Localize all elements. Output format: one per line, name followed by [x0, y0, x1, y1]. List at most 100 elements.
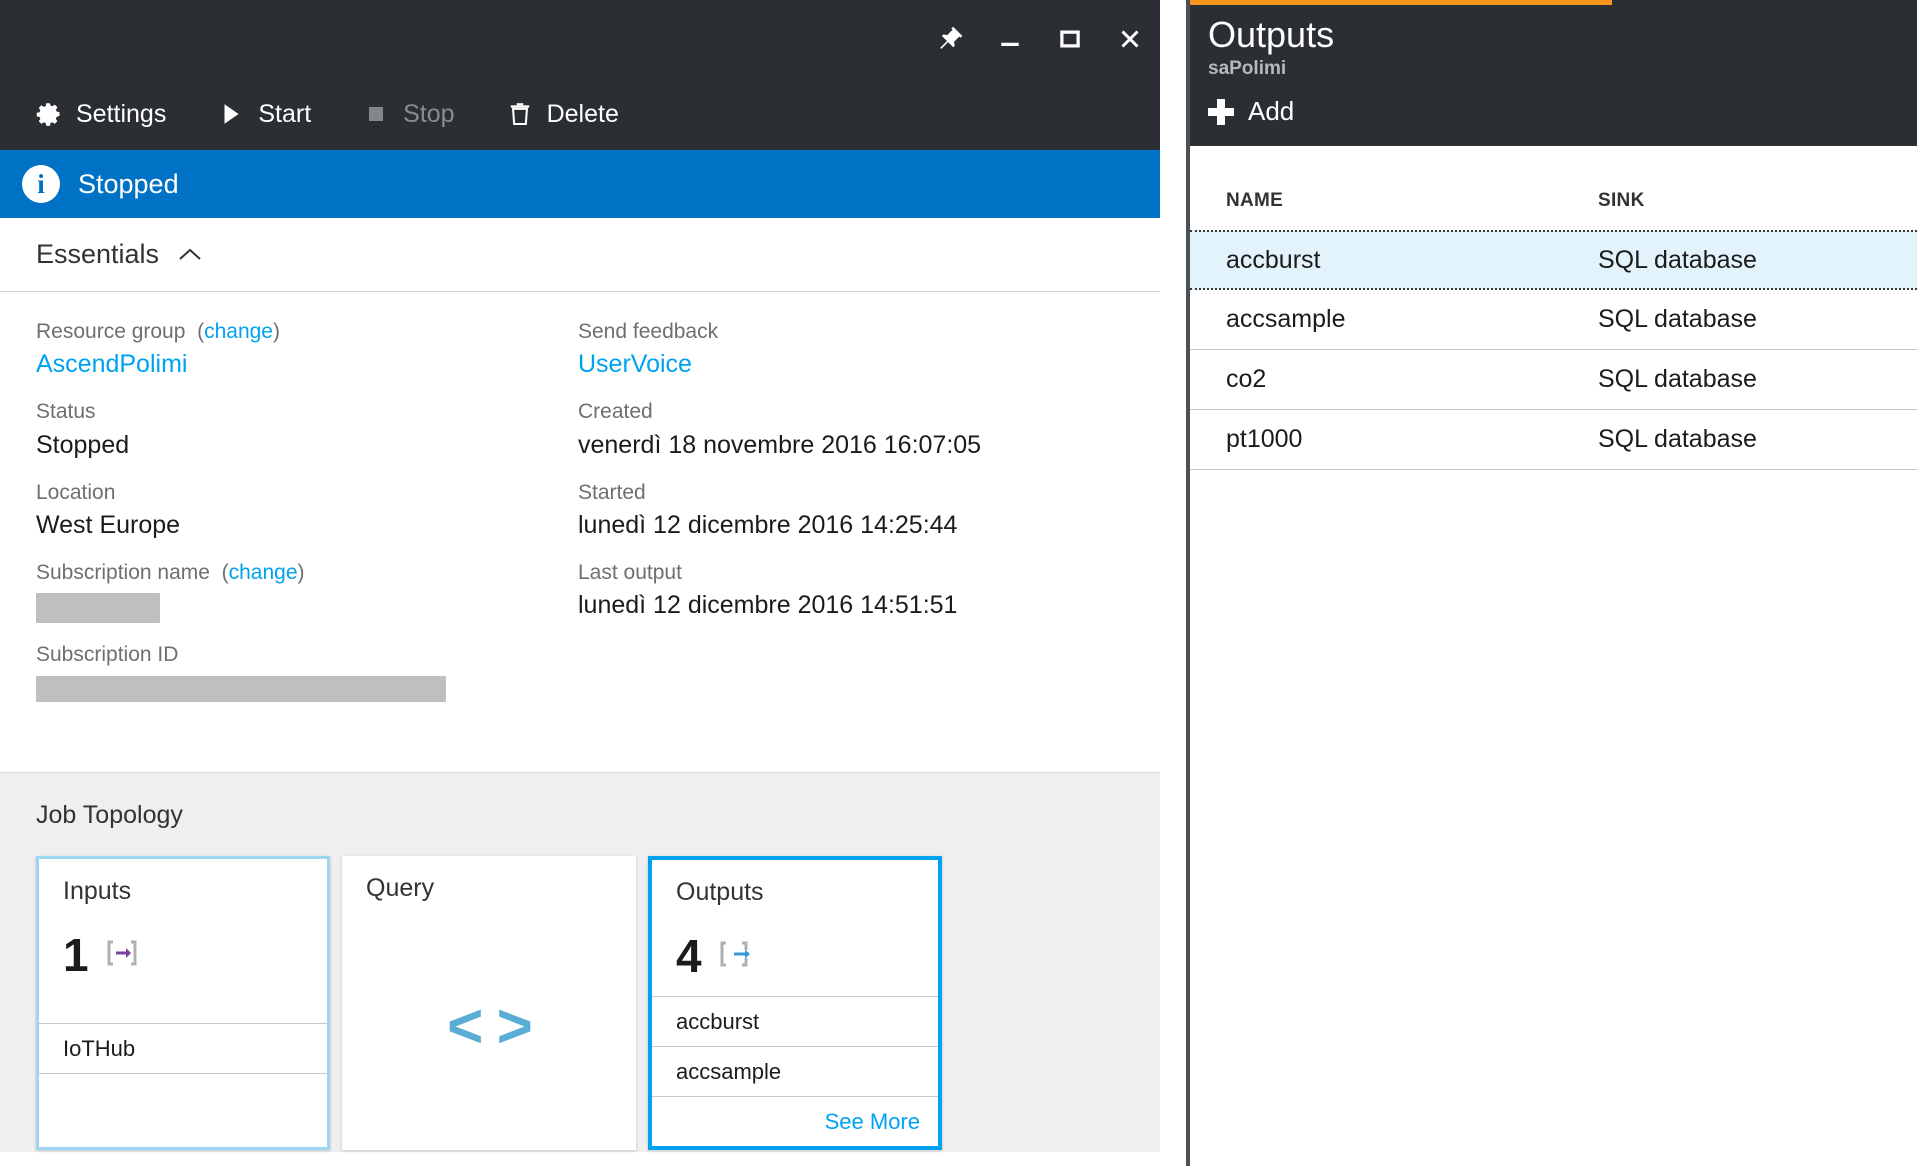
output-name: accburst	[1226, 245, 1321, 274]
page-title: Outputs	[1208, 14, 1335, 55]
subscription-name-label-text: Subscription name	[36, 561, 210, 585]
essentials-header[interactable]: Essentials	[0, 218, 1160, 292]
column-header-sink: SINK	[1598, 190, 1645, 211]
code-brackets-icon: < >	[447, 992, 533, 1061]
window-controls	[920, 0, 1160, 78]
settings-button[interactable]: Settings	[28, 86, 188, 142]
outputs-tile[interactable]: Outputs 4 accburst accsample See More	[648, 856, 942, 1150]
output-sink: SQL database	[1598, 425, 1757, 453]
outputs-tile-header: Outputs	[676, 878, 764, 906]
output-sink: SQL database	[1598, 365, 1757, 393]
outputs-table: NAME SINK accburst SQL database accsampl…	[1190, 146, 1917, 470]
minimize-icon[interactable]	[980, 9, 1040, 69]
list-item[interactable]: IoTHub	[39, 1023, 327, 1073]
blade-accent-bar	[1190, 0, 1612, 5]
add-output-button[interactable]: Add	[1208, 92, 1306, 131]
add-label: Add	[1248, 96, 1295, 126]
trash-icon	[505, 99, 535, 129]
table-row[interactable]: accburst SQL database	[1190, 230, 1917, 290]
resource-group-label: Resource group (change)	[36, 320, 280, 343]
location-label: Location	[36, 480, 116, 504]
list-item[interactable]: accsample	[652, 1046, 938, 1096]
essentials-body: Resource group (change) AscendPolimi Sta…	[0, 292, 1160, 772]
subscription-name-label: Subscription name (change)	[36, 561, 305, 585]
input-arrow-icon	[105, 938, 139, 973]
outputs-tile-rows: accburst accsample See More	[652, 996, 938, 1146]
table-row[interactable]: pt1000 SQL database	[1190, 410, 1917, 470]
blade-toolbar: Settings Start Stop Delete	[0, 78, 1160, 150]
send-feedback-label: Send feedback	[578, 320, 719, 343]
list-item[interactable]: accburst	[652, 996, 938, 1046]
started-value: lunedì 12 dicembre 2016 14:25:44	[578, 511, 958, 540]
resource-group-value[interactable]: AscendPolimi	[36, 348, 566, 380]
topology-tiles: Inputs 1 IoTHub Query < > Outputs 4 accb…	[36, 856, 1160, 1150]
inputs-tile[interactable]: Inputs 1 IoTHub	[36, 856, 330, 1150]
stop-square-icon	[361, 99, 391, 129]
delete-button[interactable]: Delete	[499, 86, 641, 142]
azure-portal-screen: Settings Start Stop Delete i Stopped Ess…	[0, 0, 1917, 1166]
play-icon	[216, 99, 246, 129]
outputs-count-row: 4	[652, 933, 938, 979]
started-label: Started	[578, 480, 646, 504]
resource-group-label-text: Resource group	[36, 320, 186, 343]
subscription-id-redacted	[36, 675, 446, 702]
start-label: Start	[258, 99, 312, 128]
essentials-right-column: Send feedback UserVoice Created venerdì …	[578, 318, 1138, 621]
last-output-label: Last output	[578, 561, 682, 585]
subscription-id-label: Subscription ID	[36, 643, 179, 667]
created-value: venerdì 18 novembre 2016 16:07:05	[578, 430, 982, 459]
output-name: accsample	[1226, 305, 1346, 333]
pin-icon[interactable]	[920, 9, 980, 69]
blade-titlebar	[0, 0, 1160, 78]
outputs-blade-header: Outputs saPolimi Add	[1190, 0, 1917, 146]
table-header-row: NAME SINK	[1190, 172, 1917, 230]
query-tile-header: Query	[366, 874, 435, 902]
chevron-up-icon[interactable]	[177, 246, 203, 264]
inputs-tile-rows: IoTHub	[39, 1023, 327, 1147]
query-tile[interactable]: Query < >	[342, 856, 636, 1150]
maximize-icon[interactable]	[1040, 9, 1100, 69]
inputs-count-row: 1	[39, 932, 327, 978]
job-topology-title: Job Topology	[36, 801, 183, 829]
outputs-blade-toolbar: Add	[1208, 92, 1917, 131]
inputs-count: 1	[63, 929, 89, 981]
output-arrow-icon	[718, 939, 752, 974]
outputs-blade: Outputs saPolimi Add NAME SINK accburst …	[1190, 0, 1917, 1166]
column-header-name: NAME	[1226, 190, 1284, 211]
status-value: Stopped	[36, 430, 130, 459]
see-more-link[interactable]: See More	[652, 1096, 938, 1146]
stop-label: Stop	[403, 99, 455, 128]
resource-group-change-link[interactable]: change	[204, 320, 273, 343]
output-name: pt1000	[1226, 425, 1303, 453]
inputs-tile-header: Inputs	[63, 877, 132, 905]
last-output-value: lunedì 12 dicembre 2016 14:51:51	[578, 591, 958, 620]
blade-scroll-content: Essentials Resource group (change) Ascen…	[0, 218, 1160, 1166]
table-row[interactable]: accsample SQL database	[1190, 290, 1917, 350]
page-subtitle: saPolimi	[1208, 58, 1287, 79]
essentials-left-column: Resource group (change) AscendPolimi Sta…	[36, 318, 566, 702]
created-label: Created	[578, 400, 653, 424]
output-name: co2	[1226, 365, 1267, 393]
uservoice-link[interactable]: UserVoice	[578, 348, 1138, 380]
outputs-count: 4	[676, 930, 702, 982]
stop-button: Stop	[355, 86, 476, 142]
status-label: Status	[36, 400, 96, 424]
essentials-title: Essentials	[36, 239, 160, 269]
status-badge: Stopped	[78, 168, 179, 199]
settings-label: Settings	[76, 99, 167, 128]
table-row[interactable]: co2 SQL database	[1190, 350, 1917, 410]
inputs-empty-row	[39, 1073, 327, 1147]
plus-icon	[1208, 98, 1234, 125]
output-sink: SQL database	[1598, 305, 1757, 333]
subscription-name-change-link[interactable]: change	[229, 561, 298, 584]
job-topology-section: Job Topology Inputs 1 IoTHub Query < > O…	[0, 772, 1160, 1152]
subscription-name-redacted	[36, 593, 160, 624]
stream-analytics-job-blade: Settings Start Stop Delete i Stopped Ess…	[0, 0, 1160, 1166]
close-icon[interactable]	[1100, 9, 1160, 69]
location-value: West Europe	[36, 511, 181, 540]
start-button[interactable]: Start	[210, 86, 333, 142]
info-icon: i	[22, 165, 60, 203]
delete-label: Delete	[546, 99, 619, 128]
status-banner: i Stopped	[0, 150, 1160, 218]
output-sink: SQL database	[1598, 245, 1757, 274]
